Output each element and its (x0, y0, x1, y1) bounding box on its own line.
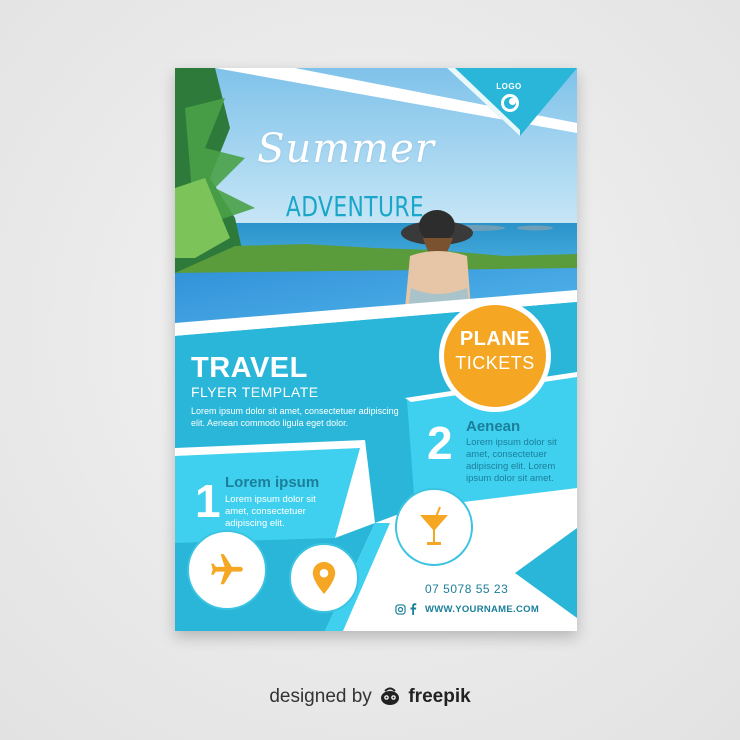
social-icons (395, 603, 417, 615)
plane-icon-circle (187, 530, 267, 610)
intro-text: Lorem ipsum dolor sit amet, consectetuer… (191, 406, 399, 428)
freepik-logo-icon (381, 687, 400, 705)
location-pin-icon (312, 562, 336, 594)
subheading: FLYER TEMPLATE (191, 384, 319, 400)
logo-text: LOGO (496, 82, 522, 91)
cocktail-circle (395, 488, 473, 566)
plane-tickets-badge: PLANE TICKETS (439, 300, 551, 412)
plane-icon (211, 554, 243, 585)
item-1-number: 1 (195, 475, 221, 527)
heading-travel: TRAVEL (191, 352, 308, 384)
badge-line-2: TICKETS (455, 353, 535, 373)
title-adventure: ADVENTURE (285, 190, 425, 223)
credit-prefix: designed by (269, 686, 372, 707)
item-2-title: Aenean (466, 418, 521, 435)
credit-brand: freepik (408, 686, 471, 707)
location-circle (289, 543, 359, 613)
item-2-text: Lorem ipsum dolor sit amet, consectetuer… (466, 437, 557, 484)
instagram-icon (395, 603, 406, 615)
item-1-title: Lorem ipsum (225, 474, 320, 491)
travel-flyer: LOGO Summer ADVENTURE PLANE TICKETS TRAV… (175, 68, 577, 631)
credit-line: designed by freepik (0, 686, 740, 708)
phone-number: 07 5078 55 23 (425, 582, 509, 596)
badge-line-1: PLANE (459, 328, 531, 350)
facebook-icon (410, 603, 417, 615)
item-2-number: 2 (427, 417, 453, 469)
website-text: WWW.YOURNAME.COM (425, 604, 540, 615)
item-1-text: Lorem ipsum dolor sit amet, consectetuer… (225, 494, 316, 529)
cocktail-glass-icon (420, 506, 448, 545)
logo-icon (501, 94, 519, 112)
title-script: Summer (257, 126, 435, 172)
